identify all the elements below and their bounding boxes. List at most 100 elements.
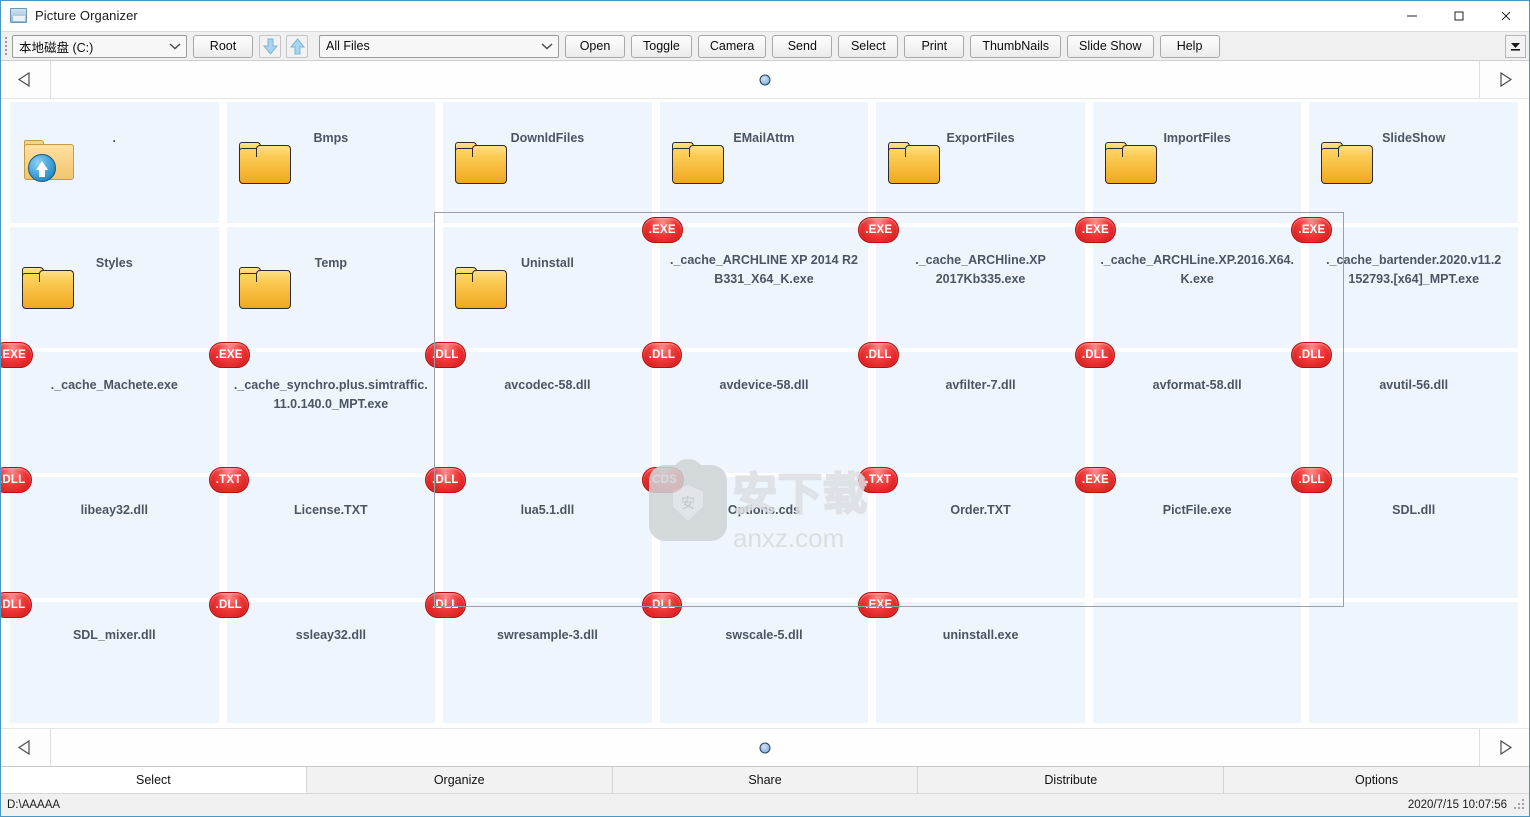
grid-item[interactable]: .DLL avfilter-7.dll: [858, 342, 1088, 473]
resize-gripper-icon[interactable]: [1513, 799, 1525, 811]
folder-icon: [1321, 142, 1374, 184]
grid-item-label: Uninstall: [521, 256, 574, 270]
grid-item[interactable]: SlideShow: [1306, 102, 1521, 223]
folder-icon: [238, 267, 291, 309]
file-type-badge: .EXE: [1291, 217, 1333, 243]
scroll-next-page-button[interactable]: [1479, 729, 1529, 766]
grid-item[interactable]: Styles: [7, 227, 222, 348]
toggle-button[interactable]: Toggle: [631, 34, 692, 58]
file-type-badge: .DLL: [858, 342, 899, 368]
grid-item[interactable]: .EXE ._cache_ARCHline.XP 2017Kb335.exe: [858, 217, 1088, 348]
grid-item[interactable]: .EXE ._cache_Machete.exe: [1, 342, 222, 473]
tab-share[interactable]: Share: [612, 767, 919, 793]
chevron-down-icon: [164, 36, 186, 57]
grid-item[interactable]: EMailAttm: [656, 102, 872, 223]
file-type-badge: .DLL: [641, 592, 683, 618]
toolbar-grip[interactable]: [4, 35, 9, 57]
tab-distribute[interactable]: Distribute: [918, 767, 1225, 793]
file-type-badge: .DLL: [208, 592, 249, 618]
grid-item[interactable]: DownldFiles: [440, 102, 655, 223]
status-right-group: 2020/7/15 10:07:56: [1408, 799, 1525, 811]
grid-item[interactable]: .CDS Options.cds: [641, 467, 872, 598]
slide-show-button[interactable]: Slide Show: [1067, 34, 1154, 58]
grid-item-label: avformat-58.dll: [1152, 378, 1242, 392]
grid-item[interactable]: .DLL lua5.1.dll: [425, 467, 655, 598]
grid-item-label: PictFile.exe: [1162, 503, 1232, 517]
grid-item[interactable]: .DLL ssleay32.dll: [208, 592, 439, 723]
thumbnails-button[interactable]: ThumbNails: [970, 34, 1061, 58]
grid-item[interactable]: .DLL avformat-58.dll: [1074, 342, 1305, 473]
navigate-down-button[interactable]: [259, 34, 281, 58]
open-button[interactable]: Open: [565, 34, 625, 58]
grid-item[interactable]: .DLL swscale-5.dll: [641, 592, 872, 723]
grid-item[interactable]: .DLL swresample-3.dll: [425, 592, 655, 723]
grid-item[interactable]: .EXE ._cache_bartender.2020.v11.2 152793.…: [1291, 217, 1521, 348]
top-scrollbar-thumb[interactable]: [759, 74, 771, 85]
scroll-prev-page-button[interactable]: [1, 729, 51, 766]
drive-select[interactable]: 本地磁盘 (C:): [12, 34, 187, 58]
grid-item[interactable]: ImportFiles: [1089, 102, 1305, 223]
grid-item-label: ._cache_ARCHLINE XP 2014 R2 B331_X64_K.e…: [669, 253, 859, 286]
camera-button[interactable]: Camera: [697, 34, 767, 58]
grid-item[interactable]: .DLL SDL.dll: [1291, 467, 1521, 598]
file-filter-select[interactable]: All Files: [319, 34, 559, 58]
close-button[interactable]: [1482, 1, 1529, 31]
grid-item[interactable]: .EXE uninstall.exe: [858, 592, 1088, 723]
grid-item[interactable]: .: [7, 102, 222, 223]
grid-item-label: ._cache_Machete.exe: [50, 378, 178, 392]
navigate-up-button[interactable]: [286, 34, 308, 58]
minimize-button[interactable]: [1388, 1, 1435, 31]
file-type-badge: .EXE: [1, 342, 34, 368]
status-path: D:\AAAAA: [7, 799, 61, 811]
status-timestamp: 2020/7/15 10:07:56: [1407, 799, 1507, 811]
grid-item[interactable]: Temp: [223, 227, 439, 348]
file-type-badge: .DLL: [641, 342, 683, 368]
select-button[interactable]: Select: [838, 34, 899, 58]
grid-item[interactable]: .EXE ._cache_ARCHLINE XP 2014 R2 B331_X64…: [641, 217, 872, 348]
grid-item[interactable]: .EXE ._cache_synchro.plus.simtraffic.11.0…: [208, 342, 439, 473]
grid-item-label: DownldFiles: [510, 131, 585, 145]
bottom-scrollbar-track[interactable]: [51, 729, 1479, 766]
tab-options[interactable]: Options: [1224, 767, 1529, 793]
grid-item[interactable]: .DLL SDL_mixer.dll: [1, 592, 222, 723]
grid-item-label: ImportFiles: [1163, 131, 1231, 145]
grid-item[interactable]: .DLL avutil-56.dll: [1291, 342, 1521, 473]
tab-select[interactable]: Select: [1, 767, 307, 793]
grid-item[interactable]: Uninstall: [440, 227, 655, 348]
status-bar: D:\AAAAA 2020/7/15 10:07:56: [1, 793, 1529, 816]
drive-select-value: 本地磁盘 (C:): [19, 40, 94, 55]
top-scrollbar-track[interactable]: [51, 61, 1479, 98]
folder-icon: [888, 142, 941, 184]
grid-item[interactable]: Bmps: [223, 102, 439, 223]
grid-item[interactable]: .EXE PictFile.exe: [1074, 467, 1305, 598]
folder-icon: [238, 142, 291, 184]
root-button[interactable]: Root: [193, 34, 253, 58]
file-browser-area[interactable]: . Bmps DownldFiles EMailAttm ExportFiles Impo…: [1, 99, 1529, 728]
help-button[interactable]: Help: [1159, 34, 1220, 58]
grid-item[interactable]: .DLL libeay32.dll: [1, 467, 222, 598]
grid-item[interactable]: .EXE ._cache_ARCHLine.XP.2016.X64.K.exe: [1074, 217, 1305, 348]
toolbar-overflow-button[interactable]: [1505, 35, 1526, 58]
grid-item[interactable]: .DLL avdevice-58.dll: [641, 342, 872, 473]
grid-cell-empty: [1306, 602, 1521, 723]
grid-item[interactable]: .TXT Order.TXT: [858, 467, 1088, 598]
print-button[interactable]: Print: [904, 34, 965, 58]
file-type-badge: .CDS: [641, 467, 684, 493]
grid-item[interactable]: .TXT License.TXT: [208, 467, 439, 598]
grid-item[interactable]: .DLL avcodec-58.dll: [425, 342, 655, 473]
grid-item-label: Temp: [314, 256, 348, 270]
chevron-down-icon: [536, 36, 558, 57]
scroll-right-button[interactable]: [1479, 61, 1529, 98]
file-type-badge: .EXE: [1074, 217, 1116, 243]
tab-organize[interactable]: Organize: [306, 767, 613, 793]
grid-item-label: ssleay32.dll: [295, 628, 366, 642]
grid-item-label: uninstall.exe: [942, 628, 1019, 642]
bottom-scrollbar-thumb[interactable]: [759, 742, 771, 753]
send-button[interactable]: Send: [772, 34, 833, 58]
folder-icon: [455, 142, 508, 184]
scroll-left-button[interactable]: [1, 61, 51, 98]
bottom-scroll-strip: [1, 728, 1529, 766]
grid-item[interactable]: ExportFiles: [873, 102, 1088, 223]
maximize-button[interactable]: [1435, 1, 1482, 31]
app-icon: [10, 8, 27, 23]
